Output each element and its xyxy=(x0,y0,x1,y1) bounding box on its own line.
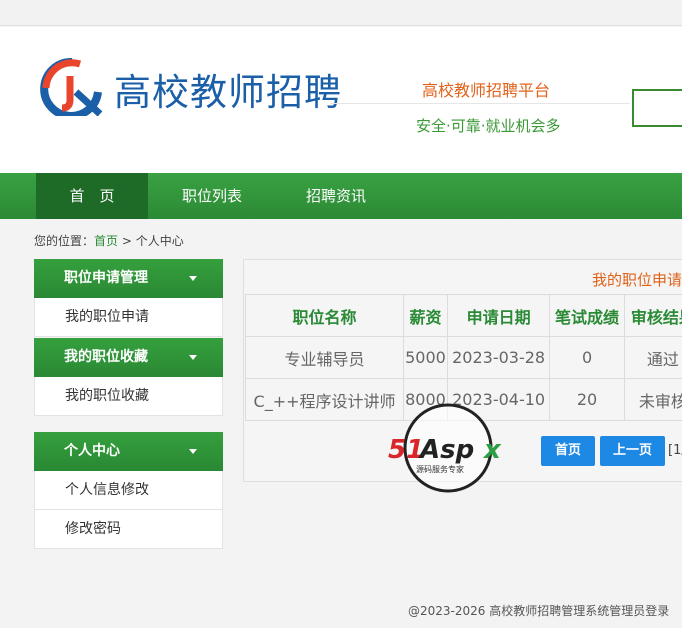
cell-score: 0 xyxy=(549,336,625,379)
slogan-sub: 安全·可靠·就业机会多 xyxy=(416,117,561,135)
breadcrumb-current: 个人中心 xyxy=(135,234,184,248)
search-input[interactable] xyxy=(632,89,682,127)
sidebar-item-change-password[interactable]: 修改密码 xyxy=(34,510,223,549)
watermark-brand-aspx: Asp xyxy=(418,435,474,465)
sidebar-group-label: 职位申请管理 xyxy=(64,270,148,286)
col-header-score: 笔试成绩 xyxy=(549,294,625,337)
nav-item-home[interactable]: 首 页 xyxy=(36,173,148,219)
sidebar-group-favorites[interactable]: 我的职位收藏 xyxy=(34,338,223,377)
caret-down-icon xyxy=(189,449,197,454)
logo-text[interactable]: 高校教师招聘 xyxy=(114,62,342,116)
watermark-brand-51: 51 xyxy=(388,435,424,465)
main-nav: 首 页 职位列表 招聘资讯 xyxy=(0,173,682,219)
sidebar-group-personal-center[interactable]: 个人中心 xyxy=(34,432,223,471)
footer-text[interactable]: @2023-2026 高校教师招聘管理系统管理员登录 xyxy=(408,602,669,619)
table-header-row: 职位名称 薪资 申请日期 笔试成绩 审核结果 xyxy=(244,294,682,337)
caret-down-icon xyxy=(189,355,197,360)
watermark-brand-x: x xyxy=(482,435,502,465)
cell-position: 专业辅导员 xyxy=(244,336,405,379)
cell-salary: 5000 xyxy=(403,336,448,379)
sidebar-item-my-applications[interactable]: 我的职位申请 xyxy=(34,298,223,337)
sidebar-group-label: 我的职位收藏 xyxy=(64,349,148,365)
slogan-divider xyxy=(330,103,630,104)
breadcrumb: 您的位置：首页 > 个人中心 xyxy=(34,232,184,249)
breadcrumb-prefix: 您的位置： xyxy=(34,234,95,248)
col-header-position: 职位名称 xyxy=(244,294,405,337)
cell-position: C_++程序设计讲师 xyxy=(244,378,405,421)
top-bar xyxy=(0,0,682,26)
breadcrumb-separator: > xyxy=(118,234,136,248)
watermark-tagline: 源码服务专家 xyxy=(416,464,464,474)
col-header-review: 审核结果 xyxy=(623,294,682,337)
sidebar-item-edit-profile[interactable]: 个人信息修改 xyxy=(34,471,223,510)
sidebar-group-label: 个人中心 xyxy=(64,443,120,459)
cell-review: 通过 xyxy=(623,336,682,379)
prev-page-button[interactable]: 上一页 xyxy=(600,436,665,466)
nav-item-news[interactable]: 招聘资讯 xyxy=(280,173,392,219)
col-header-salary: 薪资 xyxy=(403,294,448,337)
cell-review: 未审核 xyxy=(623,378,682,421)
panel-title: 我的职位申请 xyxy=(592,271,682,289)
breadcrumb-home-link[interactable]: 首页 xyxy=(94,234,118,248)
col-header-date: 申请日期 xyxy=(446,294,551,337)
slogan-main: 高校教师招聘平台 xyxy=(422,81,551,100)
first-page-button[interactable]: 首页 xyxy=(541,436,595,466)
watermark-logo: 51 Asp x 源码服务专家 xyxy=(388,403,502,493)
page-info: [1/1] xyxy=(668,443,682,458)
logo-icon xyxy=(40,58,103,116)
cell-date: 2023-03-28 xyxy=(446,336,551,379)
caret-down-icon xyxy=(189,276,197,281)
cell-score: 20 xyxy=(549,378,625,421)
sidebar-item-my-favorites[interactable]: 我的职位收藏 xyxy=(34,377,223,416)
nav-item-job-list[interactable]: 职位列表 xyxy=(156,173,268,219)
sidebar-group-applications[interactable]: 职位申请管理 xyxy=(34,259,223,298)
table-row[interactable]: 专业辅导员 5000 2023-03-28 0 通过 xyxy=(244,336,682,379)
